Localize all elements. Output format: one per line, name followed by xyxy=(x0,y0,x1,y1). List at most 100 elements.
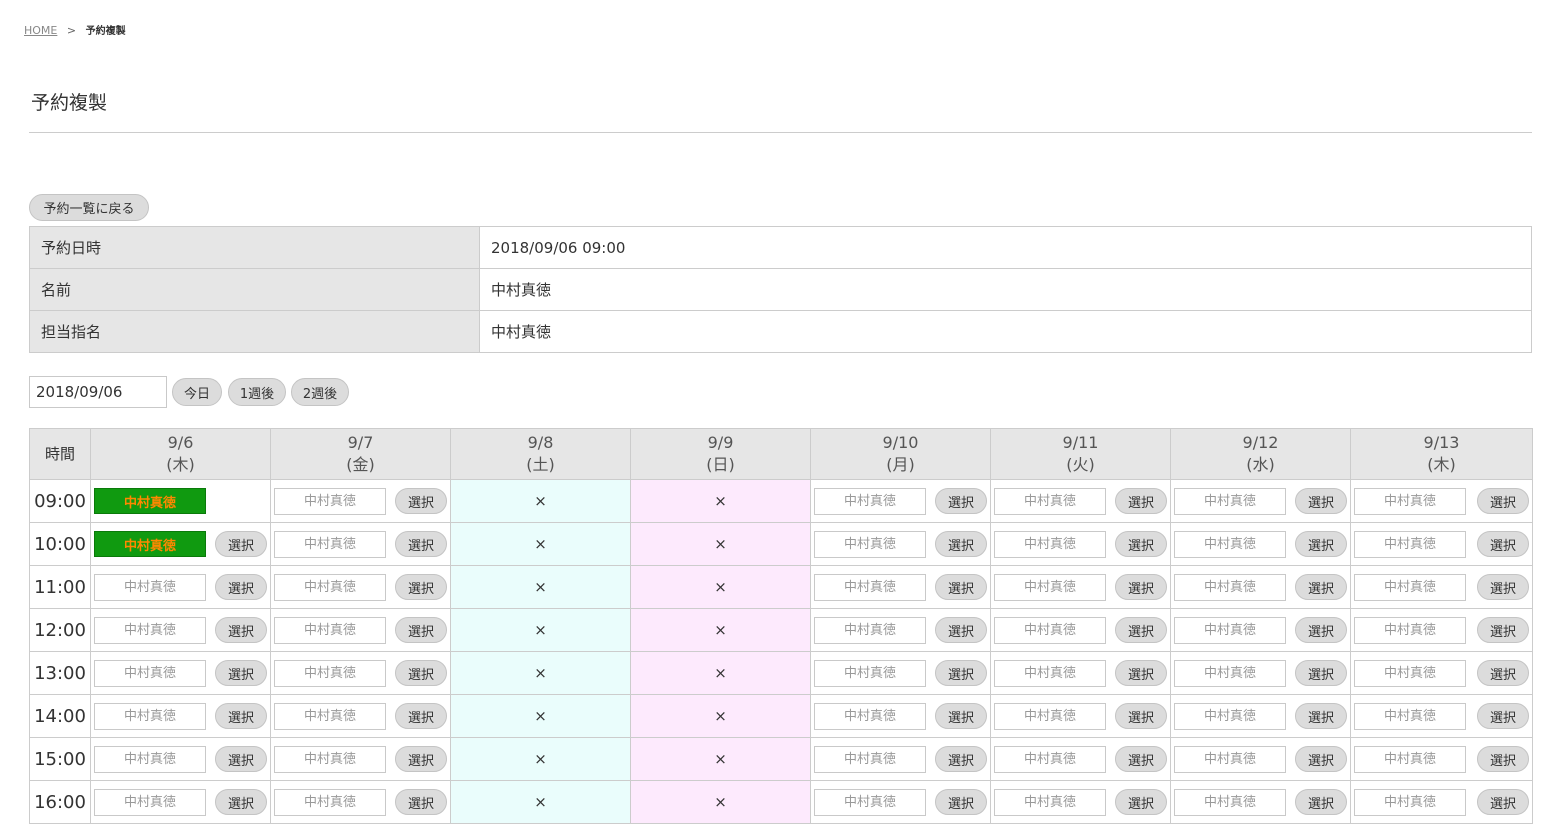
two-weeks-later-button[interactable]: 2週後 xyxy=(291,378,349,406)
select-slot-button[interactable]: 選択 xyxy=(1115,746,1167,772)
slot-name-input[interactable] xyxy=(274,788,386,816)
slot-name-input[interactable] xyxy=(994,745,1106,773)
select-slot-button[interactable]: 選択 xyxy=(1295,703,1347,729)
slot-name-input[interactable] xyxy=(1354,487,1466,515)
slot-name-input[interactable] xyxy=(814,788,926,816)
slot-name-input[interactable] xyxy=(94,573,206,601)
select-slot-button[interactable]: 選択 xyxy=(395,660,447,686)
back-to-list-button[interactable]: 予約一覧に戻る xyxy=(29,194,149,221)
select-slot-button[interactable]: 選択 xyxy=(1295,488,1347,514)
select-slot-button[interactable]: 選択 xyxy=(935,531,987,557)
slot-name-input[interactable] xyxy=(994,659,1106,687)
select-slot-button[interactable]: 選択 xyxy=(215,660,267,686)
select-slot-button[interactable]: 選択 xyxy=(1115,574,1167,600)
slot-name-input[interactable] xyxy=(274,659,386,687)
select-slot-button[interactable]: 選択 xyxy=(1477,746,1529,772)
select-slot-button[interactable]: 選択 xyxy=(215,703,267,729)
slot-name-input[interactable] xyxy=(814,702,926,730)
slot-name-input[interactable] xyxy=(94,788,206,816)
select-slot-button[interactable]: 選択 xyxy=(395,746,447,772)
select-slot-button[interactable]: 選択 xyxy=(1295,574,1347,600)
select-slot-button[interactable]: 選択 xyxy=(1295,617,1347,643)
slot-name-input[interactable] xyxy=(1174,659,1286,687)
select-slot-button[interactable]: 選択 xyxy=(1477,660,1529,686)
select-slot-button[interactable]: 選択 xyxy=(215,617,267,643)
select-slot-button[interactable]: 選択 xyxy=(215,574,267,600)
slot-name-input[interactable] xyxy=(94,659,206,687)
slot-name-input[interactable] xyxy=(814,659,926,687)
slot-name-input[interactable] xyxy=(814,487,926,515)
slot-name-input[interactable] xyxy=(1174,702,1286,730)
select-slot-button[interactable]: 選択 xyxy=(395,531,447,557)
select-slot-button[interactable]: 選択 xyxy=(395,574,447,600)
one-week-later-button[interactable]: 1週後 xyxy=(228,378,286,406)
select-slot-button[interactable]: 選択 xyxy=(1115,531,1167,557)
select-slot-button[interactable]: 選択 xyxy=(395,488,447,514)
slot-name-input[interactable] xyxy=(1354,745,1466,773)
slot-name-input[interactable] xyxy=(274,745,386,773)
breadcrumb-home-link[interactable]: HOME xyxy=(24,24,57,37)
select-slot-button[interactable]: 選択 xyxy=(1295,660,1347,686)
slot-name-input[interactable] xyxy=(994,573,1106,601)
slot-name-input[interactable] xyxy=(1174,530,1286,558)
slot-name-input[interactable] xyxy=(994,702,1106,730)
select-slot-button[interactable]: 選択 xyxy=(1115,703,1167,729)
slot-name-input[interactable] xyxy=(1354,702,1466,730)
select-slot-button[interactable]: 選択 xyxy=(935,660,987,686)
select-slot-button[interactable]: 選択 xyxy=(935,574,987,600)
slot-name-input[interactable] xyxy=(274,487,386,515)
select-slot-button[interactable]: 選択 xyxy=(215,531,267,557)
select-slot-button[interactable]: 選択 xyxy=(215,789,267,815)
select-slot-button[interactable]: 選択 xyxy=(395,617,447,643)
select-slot-button[interactable]: 選択 xyxy=(1477,789,1529,815)
select-slot-button[interactable]: 選択 xyxy=(1477,574,1529,600)
select-slot-button[interactable]: 選択 xyxy=(1115,789,1167,815)
slot-name-input[interactable] xyxy=(274,530,386,558)
slot-name-input[interactable] xyxy=(814,616,926,644)
select-slot-button[interactable]: 選択 xyxy=(1115,488,1167,514)
select-slot-button[interactable]: 選択 xyxy=(1115,617,1167,643)
select-slot-button[interactable]: 選択 xyxy=(1295,789,1347,815)
slot-name-input[interactable] xyxy=(994,616,1106,644)
select-slot-button[interactable]: 選択 xyxy=(935,488,987,514)
select-slot-button[interactable]: 選択 xyxy=(215,746,267,772)
select-slot-button[interactable]: 選択 xyxy=(1477,488,1529,514)
slot-cell: 選択 xyxy=(1171,781,1350,823)
slot-name-input[interactable] xyxy=(94,616,206,644)
select-slot-button[interactable]: 選択 xyxy=(935,746,987,772)
slot-name-input[interactable] xyxy=(1174,616,1286,644)
slot-name-input[interactable] xyxy=(814,530,926,558)
select-slot-button[interactable]: 選択 xyxy=(1295,531,1347,557)
slot-name-input[interactable] xyxy=(1354,788,1466,816)
select-slot-button[interactable]: 選択 xyxy=(395,789,447,815)
date-field[interactable] xyxy=(29,376,167,408)
slot-name-input[interactable] xyxy=(814,573,926,601)
select-slot-button[interactable]: 選択 xyxy=(1115,660,1167,686)
today-button[interactable]: 今日 xyxy=(172,378,222,406)
slot-name-input[interactable] xyxy=(1174,573,1286,601)
slot-name-input[interactable] xyxy=(274,573,386,601)
slot-name-input[interactable] xyxy=(94,745,206,773)
slot-name-input[interactable] xyxy=(94,702,206,730)
select-slot-button[interactable]: 選択 xyxy=(1477,703,1529,729)
select-slot-button[interactable]: 選択 xyxy=(1477,617,1529,643)
select-slot-button[interactable]: 選択 xyxy=(935,789,987,815)
slot-name-input[interactable] xyxy=(1354,530,1466,558)
select-slot-button[interactable]: 選択 xyxy=(935,617,987,643)
slot-name-input[interactable] xyxy=(994,788,1106,816)
select-slot-button[interactable]: 選択 xyxy=(935,703,987,729)
slot-name-input[interactable] xyxy=(1174,745,1286,773)
slot-name-input[interactable] xyxy=(994,487,1106,515)
select-slot-button[interactable]: 選択 xyxy=(395,703,447,729)
select-slot-button[interactable]: 選択 xyxy=(1295,746,1347,772)
slot-name-input[interactable] xyxy=(1174,788,1286,816)
slot-name-input[interactable] xyxy=(1354,659,1466,687)
slot-name-input[interactable] xyxy=(1174,487,1286,515)
select-slot-button[interactable]: 選択 xyxy=(1477,531,1529,557)
slot-name-input[interactable] xyxy=(1354,573,1466,601)
slot-name-input[interactable] xyxy=(274,702,386,730)
slot-name-input[interactable] xyxy=(1354,616,1466,644)
slot-name-input[interactable] xyxy=(274,616,386,644)
slot-name-input[interactable] xyxy=(814,745,926,773)
slot-name-input[interactable] xyxy=(994,530,1106,558)
